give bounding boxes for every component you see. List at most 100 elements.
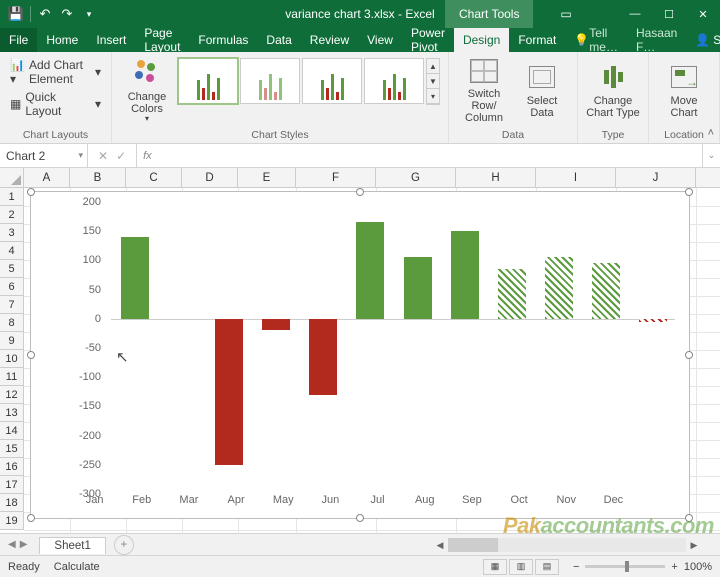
new-sheet-button[interactable]: + (114, 535, 134, 555)
tab-view[interactable]: View (358, 28, 402, 52)
row-header[interactable]: 8 (0, 314, 24, 332)
redo-icon[interactable]: ↷ (59, 6, 75, 22)
page-layout-view-icon[interactable]: ▥ (509, 559, 533, 575)
bar[interactable] (121, 237, 149, 319)
tab-page-layout[interactable]: Page Layout (135, 28, 189, 52)
row-header[interactable]: 12 (0, 386, 24, 404)
bar[interactable] (639, 319, 667, 322)
row-header[interactable]: 14 (0, 422, 24, 440)
fx-label[interactable]: fx (137, 144, 158, 167)
move-chart-button[interactable]: Move Chart (655, 56, 713, 124)
resize-handle[interactable] (27, 514, 35, 522)
tab-home[interactable]: Home (37, 28, 87, 52)
chart-object[interactable]: 200150100500-50-100-150-200-250-300 JanF… (30, 191, 690, 519)
select-data-button[interactable]: Select Data (513, 56, 571, 124)
bar[interactable] (592, 263, 620, 318)
row-header[interactable]: 3 (0, 224, 24, 242)
add-chart-element-button[interactable]: 📊▾ Add Chart Element ▾ (6, 56, 105, 88)
row-header[interactable]: 10 (0, 350, 24, 368)
row-header[interactable]: 9 (0, 332, 24, 350)
column-header[interactable]: H (456, 168, 536, 187)
row-header[interactable]: 17 (0, 476, 24, 494)
x-axis[interactable]: JanFebMarAprMayJunJulAugSepOctNovDec (71, 494, 675, 508)
tab-design[interactable]: Design (454, 28, 509, 52)
tab-insert[interactable]: Insert (87, 28, 135, 52)
switch-row-column-button[interactable]: Switch Row/ Column (455, 56, 513, 124)
bar[interactable] (404, 257, 432, 318)
cancel-formula-icon[interactable]: ✕ (98, 149, 108, 163)
zoom-level[interactable]: 100% (684, 561, 712, 573)
sheet-nav-prev-icon[interactable]: ◀ (8, 539, 16, 550)
column-header[interactable]: F (296, 168, 376, 187)
resize-handle[interactable] (27, 188, 35, 196)
tab-formulas[interactable]: Formulas (189, 28, 257, 52)
expand-formula-bar-icon[interactable]: ⌄ (702, 144, 720, 167)
row-header[interactable]: 15 (0, 440, 24, 458)
quick-layout-button[interactable]: ▦ Quick Layout ▾ (6, 88, 105, 120)
save-icon[interactable]: 💾 (8, 6, 24, 22)
maximize-button[interactable]: ☐ (652, 0, 686, 28)
sheet-nav-next-icon[interactable]: ▶ (20, 539, 28, 550)
row-header[interactable]: 19 (0, 512, 24, 530)
tab-data[interactable]: Data (257, 28, 300, 52)
row-header[interactable]: 5 (0, 260, 24, 278)
row-header[interactable]: 7 (0, 296, 24, 314)
normal-view-icon[interactable]: ▦ (483, 559, 507, 575)
undo-icon[interactable]: ↶ (37, 6, 53, 22)
page-break-view-icon[interactable]: ▤ (535, 559, 559, 575)
tab-review[interactable]: Review (301, 28, 358, 52)
change-colors-button[interactable]: Change Colors▾ (118, 56, 176, 124)
row-header[interactable]: 4 (0, 242, 24, 260)
change-chart-type-button[interactable]: Change Chart Type (584, 56, 642, 124)
bar[interactable] (498, 269, 526, 319)
horizontal-scrollbar[interactable]: ◀ ▶ (432, 537, 702, 553)
y-axis[interactable]: 200150100500-50-100-150-200-250-300 (71, 202, 107, 492)
chart-style-2[interactable] (240, 58, 300, 104)
select-all-triangle[interactable] (0, 168, 24, 188)
collapse-ribbon-icon[interactable]: ˄ (708, 127, 714, 139)
row-header[interactable]: 6 (0, 278, 24, 296)
row-header[interactable]: 16 (0, 458, 24, 476)
formula-input[interactable] (158, 144, 702, 167)
resize-handle[interactable] (685, 514, 693, 522)
zoom-in-button[interactable]: + (671, 561, 677, 573)
chart-style-3[interactable] (302, 58, 362, 104)
tab-format[interactable]: Format (509, 28, 565, 52)
row-header[interactable]: 2 (0, 206, 24, 224)
resize-handle[interactable] (356, 514, 364, 522)
column-header[interactable]: D (182, 168, 238, 187)
share-button[interactable]: 👤 Share (686, 28, 720, 52)
bar[interactable] (262, 319, 290, 331)
chart-style-1[interactable] (178, 58, 238, 104)
row-header[interactable]: 1 (0, 188, 24, 206)
sheet-tab-sheet1[interactable]: Sheet1 (39, 537, 105, 554)
column-header[interactable]: J (616, 168, 696, 187)
close-button[interactable]: ✕ (686, 0, 720, 28)
column-header[interactable]: A (24, 168, 70, 187)
row-header[interactable]: 11 (0, 368, 24, 386)
column-header[interactable]: B (70, 168, 126, 187)
tab-file[interactable]: File (0, 28, 37, 52)
account-user[interactable]: Hasaan F… (627, 28, 686, 52)
bar[interactable] (215, 319, 243, 465)
qat-customize-icon[interactable]: ▾ (81, 6, 97, 22)
column-header[interactable]: E (238, 168, 296, 187)
zoom-out-button[interactable]: − (573, 561, 579, 573)
plot-area[interactable]: 200150100500-50-100-150-200-250-300 (71, 202, 675, 492)
tell-me-search[interactable]: 💡 Tell me… (565, 28, 627, 52)
scroll-left-icon[interactable]: ◀ (432, 540, 448, 551)
gallery-down-icon[interactable]: ▼ (427, 74, 439, 89)
row-header[interactable]: 13 (0, 404, 24, 422)
ribbon-display-options-icon[interactable]: ▭ (552, 0, 580, 28)
column-header[interactable]: I (536, 168, 616, 187)
scroll-right-icon[interactable]: ▶ (686, 540, 702, 551)
enter-formula-icon[interactable]: ✓ (116, 149, 126, 163)
column-header[interactable]: G (376, 168, 456, 187)
scroll-thumb[interactable] (448, 538, 498, 552)
resize-handle[interactable] (356, 188, 364, 196)
name-box[interactable]: Chart 2 (0, 144, 88, 167)
minimize-button[interactable]: — (618, 0, 652, 28)
tab-power-pivot[interactable]: Power Pivot (402, 28, 454, 52)
resize-handle[interactable] (27, 351, 35, 359)
gallery-up-icon[interactable]: ▲ (427, 59, 439, 74)
